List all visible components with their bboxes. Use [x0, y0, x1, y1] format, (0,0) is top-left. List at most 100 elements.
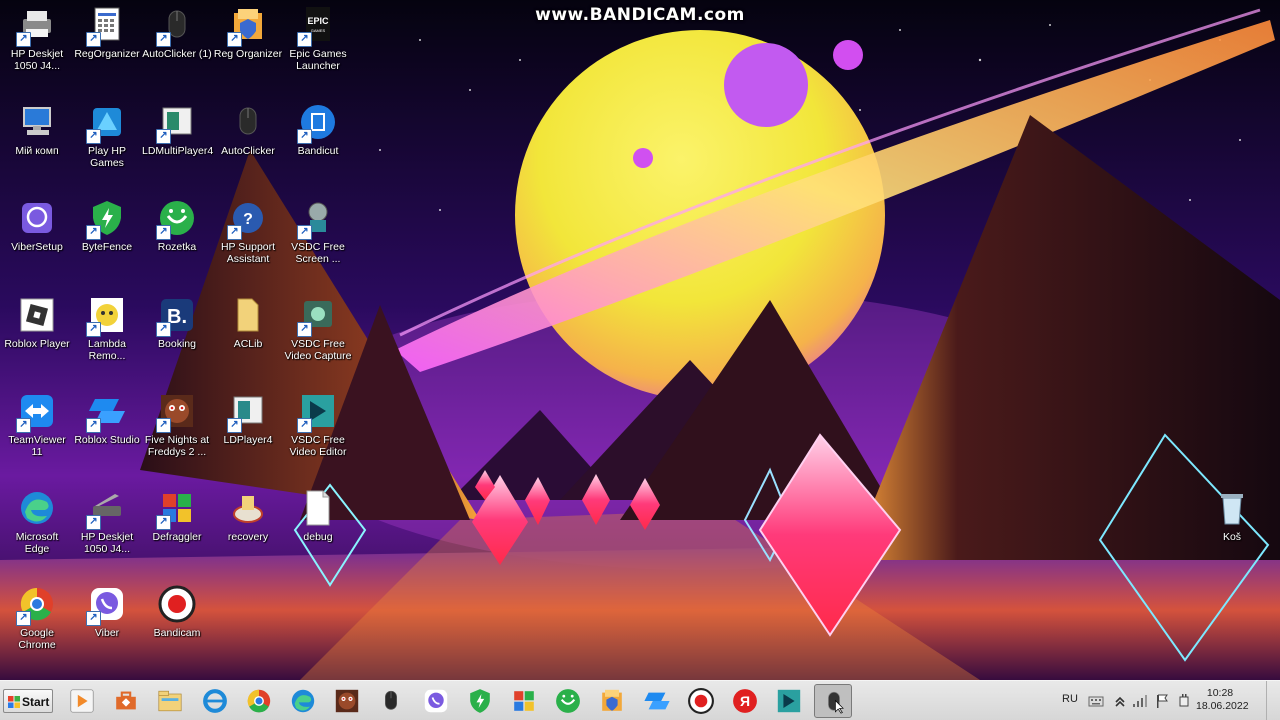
desktop-icon-bytefence[interactable]: ↗ ByteFence [71, 198, 143, 253]
desktop-icon-five-nights-at-freddys-2[interactable]: ↗ Five Nights at Freddys 2 ... [141, 391, 213, 458]
language-indicator[interactable]: RU [1062, 693, 1078, 705]
show-desktop-button[interactable] [1266, 681, 1280, 720]
desktop-icon-regorganizer[interactable]: ↗ RegOrganizer [71, 5, 143, 60]
recycle-bin-icon [1212, 488, 1252, 528]
ldmultiplayer-icon: ↗ [156, 102, 197, 144]
shortcut-arrow-icon: ↗ [227, 225, 242, 240]
vsdc-screen-icon: ↗ [297, 198, 338, 240]
keyboard-icon[interactable] [1088, 693, 1104, 709]
rozetka-icon: ↗ [156, 198, 197, 240]
desktop-icon-мій-комп[interactable]: Мій комп [1, 102, 73, 157]
edge-icon [291, 689, 315, 713]
desktop-icon-bandicut[interactable]: ↗ Bandicut [282, 102, 354, 157]
action-center-flag-icon[interactable] [1154, 693, 1170, 709]
desktop-icon-vsdc-free-video-capture[interactable]: ↗ VSDC Free Video Capture [282, 295, 354, 362]
taskbar-button-internet-explorer[interactable] [196, 684, 234, 718]
desktop-icon-label: Play HP Games [88, 144, 126, 169]
yandex-icon: Я [733, 689, 757, 713]
taskbar-button-chrome[interactable] [240, 684, 278, 718]
desktop-icon-vibersetup[interactable]: ViberSetup [1, 198, 73, 253]
taskbar-button-mouse[interactable] [372, 684, 410, 718]
desktop-icon-epic-games-launcher[interactable]: EPIC GAMES ↗ Epic Games Launcher [282, 5, 354, 72]
desktop-icon-bandicam[interactable]: Bandicam [141, 584, 213, 639]
taskbar-button-bandicam[interactable] [682, 684, 720, 718]
desktop-icon-defraggler[interactable]: ↗ Defraggler [141, 488, 213, 543]
desktop-icon-label: ByteFence [81, 241, 133, 253]
desktop-icon-ldplayer4[interactable]: ↗ LDPlayer4 [212, 391, 284, 446]
teamviewer-icon: ↗ [16, 391, 57, 433]
shortcut-arrow-icon: ↗ [227, 32, 242, 47]
desktop-icon-hp-deskjet-1050-j4[interactable]: ↗ HP Deskjet 1050 J4... [1, 5, 73, 72]
desktop-icon-viber[interactable]: ↗ Viber [71, 584, 143, 639]
taskbar-button-rozetka[interactable] [549, 684, 587, 718]
desktop-icon-play-hp-games[interactable]: ↗ Play HP Games [71, 102, 143, 169]
taskbar-button-roblox-studio[interactable] [638, 684, 676, 718]
roblox-studio-icon: ↗ [86, 391, 127, 433]
viber-icon: ↗ [86, 584, 127, 626]
clock-time: 10:28 [1206, 687, 1234, 699]
desktop-icon-label: Koš [1222, 531, 1242, 543]
desktop-icon-vsdc-free-screen[interactable]: ↗ VSDC Free Screen ... [282, 198, 354, 265]
fnaf-icon [335, 689, 359, 713]
desktop-icon-label: Booking [158, 337, 196, 350]
taskbar-button-vsdc-editor[interactable] [770, 684, 808, 718]
desktop-icon-label: Google Chrome [18, 627, 56, 651]
network-signal-icon[interactable] [1132, 693, 1148, 709]
desktop-icon-label: HP Deskjet 1050 J4... [10, 48, 64, 72]
taskbar-button-reg-organizer[interactable] [593, 684, 631, 718]
desktop-icon-label: RegOrganizer [74, 48, 140, 60]
desktop-icon-aclib[interactable]: ACLib [212, 295, 284, 350]
desktop-icon-roblox-player[interactable]: Roblox Player [1, 295, 73, 350]
edge-icon [17, 488, 57, 528]
system-clock[interactable]: 10:28 18.06.2022 [1196, 687, 1249, 713]
clock-date: 18.06.2022 [1196, 700, 1249, 712]
desktop-icon-lambda-remo[interactable]: ↗ Lambda Remo... [71, 295, 143, 362]
mouse-icon: ↗ [156, 5, 197, 47]
media-player-icon [70, 689, 94, 713]
printer-icon: ↗ [16, 5, 57, 47]
computer-icon [17, 102, 57, 142]
taskbar-button-bytefence-shield[interactable] [461, 684, 499, 718]
desktop-icon-koš[interactable]: Koš [1196, 488, 1268, 543]
taskbar: Start Я RU 10:28 18.06.2022 [0, 680, 1280, 720]
taskbar-button-media-player[interactable] [63, 684, 101, 718]
desktop-icon-hp-deskjet-1050-j4[interactable]: ↗ HP Deskjet 1050 J4... [71, 488, 143, 555]
desktop-icon-teamviewer-11[interactable]: ↗ TeamViewer 11 [1, 391, 73, 458]
desktop-icon-microsoft-edge[interactable]: Microsoft Edge [1, 488, 73, 555]
taskbar-button-toolbox[interactable] [107, 684, 145, 718]
shortcut-arrow-icon: ↗ [156, 32, 171, 47]
desktop-icon-debug[interactable]: debug [282, 488, 354, 543]
start-button[interactable]: Start [3, 689, 53, 713]
desktop-icon-label: Bandicut [297, 144, 339, 157]
desktop-icon-rozetka[interactable]: ↗ Rozetka [141, 198, 213, 253]
desktop-icon-booking[interactable]: B. ↗ Booking [141, 295, 213, 350]
desktop-icon-roblox-studio[interactable]: ↗ Roblox Studio [71, 391, 143, 446]
desktop-icon-vsdc-free-video-editor[interactable]: ↗ VSDC Free Video Editor [282, 391, 354, 458]
rozetka-icon [556, 689, 581, 713]
taskbar-button-defraggler[interactable] [505, 684, 543, 718]
desktop-icon-google-chrome[interactable]: ↗ Google Chrome [1, 584, 73, 651]
desktop-icon-autoclicker-1[interactable]: ↗ AutoClicker (1) [141, 5, 213, 60]
desktop-icon-autoclicker[interactable]: AutoClicker [212, 102, 284, 157]
taskbar-button-edge[interactable] [284, 684, 322, 718]
desktop-icon-reg-organizer[interactable]: ↗ Reg Organizer [212, 5, 284, 60]
bandicam-icon [687, 688, 714, 714]
desktop-icon-ldmultiplayer4[interactable]: ↗ LDMultiPlayer4 [141, 102, 213, 157]
taskbar-button-viber[interactable] [417, 684, 455, 718]
desktop-icon-hp-support-assistant[interactable]: ? ↗ HP Support Assistant [212, 198, 284, 265]
ldplayer-icon: ↗ [227, 391, 268, 433]
taskbar-button-file-explorer[interactable] [151, 684, 189, 718]
start-label: Start [22, 695, 50, 709]
shortcut-arrow-icon: ↗ [86, 128, 101, 144]
taskbar-button-fnaf[interactable] [328, 684, 366, 718]
taskbar-button-autoclicker-active[interactable] [814, 684, 853, 718]
power-plug-icon[interactable] [1176, 693, 1192, 709]
shortcut-arrow-icon: ↗ [156, 418, 171, 433]
desktop-icon-label: debug [303, 530, 333, 543]
show-hidden-icons-chevron-icon[interactable] [1112, 693, 1128, 709]
desktop-icon-label: LDPlayer4 [223, 434, 273, 446]
desktop-icon-label: Мій комп [15, 144, 59, 157]
taskbar-button-yandex[interactable]: Я [726, 684, 764, 718]
svg-text:Я: Я [740, 693, 750, 709]
desktop-icon-recovery[interactable]: recovery [212, 488, 284, 543]
